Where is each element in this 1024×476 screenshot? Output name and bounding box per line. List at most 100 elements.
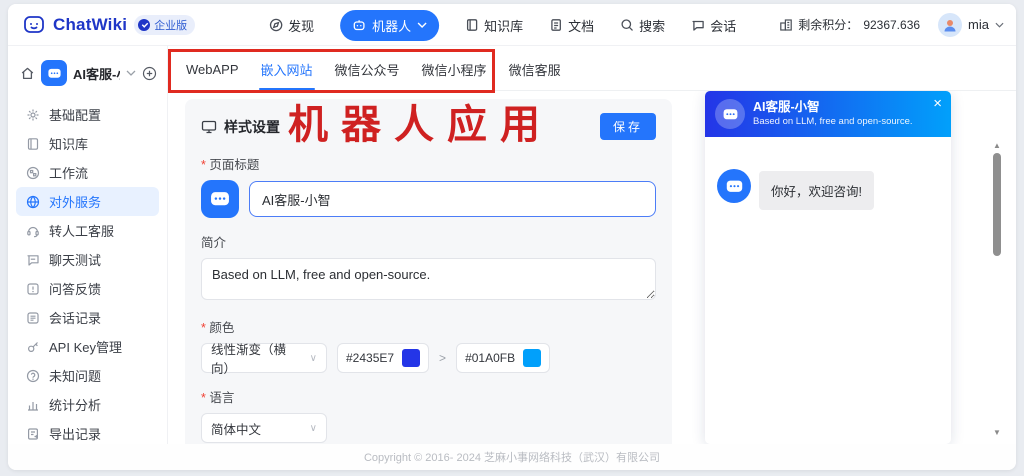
- nav-label: 会话: [710, 16, 736, 35]
- content-area: 样式设置 保存 页面标题 简介 Based on LLM, free and o…: [168, 91, 1016, 444]
- bot-avatar: [715, 99, 745, 129]
- conversation-icon: [691, 18, 705, 32]
- sidebar-item-workflow[interactable]: 工作流: [16, 158, 159, 187]
- credits-label: 剩余积分：: [798, 16, 858, 33]
- primary-nav: 发现 机器人 知识库 文档: [269, 4, 736, 46]
- tab-wechat-service[interactable]: 微信客服: [507, 47, 563, 90]
- color-start-swatch[interactable]: [402, 349, 420, 367]
- display-icon: [201, 120, 217, 134]
- nav-item-discover[interactable]: 发现: [269, 16, 314, 35]
- sidebar-item-knowledge-base[interactable]: 知识库: [16, 129, 159, 158]
- color-end-swatch[interactable]: [523, 349, 541, 367]
- intro-label: 简介: [201, 232, 656, 251]
- preview-bot-name: AI客服-小智: [753, 99, 913, 116]
- bot-avatar-preview[interactable]: [201, 180, 239, 218]
- library-icon: [465, 18, 479, 32]
- gradient-arrow: >: [439, 351, 446, 365]
- scroll-up-arrow[interactable]: ▲: [992, 141, 1002, 151]
- nav-item-search[interactable]: 搜索: [620, 16, 665, 35]
- gradient-start-color[interactable]: #2435E7: [337, 343, 429, 373]
- language-select[interactable]: 简体中文 ∨: [201, 413, 327, 443]
- nav-item-robot[interactable]: 机器人: [340, 10, 439, 41]
- sidebar-item-session-log[interactable]: 会话记录: [16, 303, 159, 332]
- tab-embed-website[interactable]: 嵌入网站: [259, 47, 315, 90]
- footer: Copyright © 2016- 2024 芝麻小事网络科技（武汉）有限公司: [8, 444, 1016, 470]
- tab-webapp[interactable]: WebAPP: [184, 49, 241, 88]
- sidebar-item-basic-config[interactable]: 基础配置: [16, 100, 159, 129]
- chatwiki-logo[interactable]: ChatWiki 企业版: [22, 13, 195, 37]
- gradient-end-color[interactable]: #01A0FB: [456, 343, 550, 373]
- username: mia: [968, 17, 989, 32]
- nav-item-documents[interactable]: 文档: [549, 16, 594, 35]
- sidebar-item-chat-test[interactable]: 聊天测试: [16, 245, 159, 274]
- plan-badge-icon: [138, 19, 150, 31]
- navbar-right: 剩余积分： 92367.636 mia: [779, 13, 1004, 37]
- save-button[interactable]: 保存: [600, 113, 656, 140]
- intro-textarea[interactable]: Based on LLM, free and open-source.: [201, 258, 656, 300]
- feedback-icon: [26, 282, 40, 296]
- channel-tabs: WebAPP 嵌入网站 微信公众号 微信小程序 微信客服: [168, 46, 1016, 91]
- preview-bot-subtitle: Based on LLM, free and open-source.: [753, 116, 913, 129]
- human-agent-icon: [26, 224, 40, 238]
- chevron-down-icon: [995, 22, 1004, 28]
- credits-icon: [779, 18, 793, 32]
- sidebar-menu: 基础配置 知识库 工作流 对外服务 转人工客服: [16, 100, 159, 448]
- chat-preview-widget: AI客服-小智 Based on LLM, free and open-sour…: [705, 91, 951, 444]
- gradient-type-select[interactable]: 线性渐变（横向） ∨: [201, 343, 327, 373]
- sidebar-item-label: 未知问题: [49, 366, 101, 385]
- discover-icon: [269, 18, 283, 32]
- language-value: 简体中文: [211, 419, 302, 438]
- chat-preview-header: AI客服-小智 Based on LLM, free and open-sour…: [705, 91, 951, 137]
- workflow-icon: [26, 166, 40, 180]
- sidebar-item-label: 导出记录: [49, 424, 101, 443]
- sidebar-item-analytics[interactable]: 统计分析: [16, 390, 159, 419]
- sidebar-item-human-agent[interactable]: 转人工客服: [16, 216, 159, 245]
- close-icon[interactable]: ×: [933, 96, 942, 111]
- tab-wechat-official[interactable]: 微信公众号: [333, 47, 402, 90]
- welcome-message-row: 你好，欢迎咨询!: [717, 169, 939, 210]
- sidebar-item-unknown-questions[interactable]: 未知问题: [16, 361, 159, 390]
- chevron-down-icon[interactable]: [126, 70, 136, 76]
- sidebar-item-label: 聊天测试: [49, 250, 101, 269]
- style-settings-card: 样式设置 保存 页面标题 简介 Based on LLM, free and o…: [185, 99, 672, 444]
- unknown-question-icon: [26, 369, 40, 383]
- credits-counter: 剩余积分： 92367.636: [779, 16, 920, 33]
- sidebar-item-label: API Key管理: [49, 337, 122, 356]
- user-menu[interactable]: mia: [938, 13, 1004, 37]
- export-icon: [26, 427, 40, 441]
- add-bot-icon[interactable]: [142, 66, 157, 81]
- nav-item-conversation[interactable]: 会话: [691, 16, 736, 35]
- tab-wechat-miniprogram[interactable]: 微信小程序: [420, 47, 489, 90]
- credits-value: 92367.636: [863, 18, 920, 32]
- chevron-down-icon: ∨: [310, 423, 317, 434]
- chat-preview-body: 你好，欢迎咨询!: [705, 137, 951, 210]
- nav-label: 机器人: [372, 16, 411, 35]
- search-icon: [620, 18, 634, 32]
- sidebar-item-api-key[interactable]: API Key管理: [16, 332, 159, 361]
- sidebar-item-external-service[interactable]: 对外服务: [16, 187, 159, 216]
- sidebar-item-label: 工作流: [49, 163, 88, 182]
- page-title-input[interactable]: [249, 181, 656, 217]
- sidebar-item-export-log[interactable]: 导出记录: [16, 419, 159, 448]
- top-navbar: ChatWiki 企业版 发现 机器人: [8, 4, 1016, 46]
- scrollbar-thumb[interactable]: [993, 153, 1001, 256]
- session-log-icon: [26, 311, 40, 325]
- chatwiki-logo-icon: [22, 13, 46, 37]
- api-key-icon: [26, 340, 40, 354]
- bot-avatar: [717, 169, 751, 203]
- vertical-scrollbar[interactable]: ▲ ▼: [992, 141, 1002, 438]
- sidebar-item-label: 知识库: [49, 134, 88, 153]
- sidebar-item-feedback[interactable]: 问答反馈: [16, 274, 159, 303]
- chat-test-icon: [26, 253, 40, 267]
- bot-selector[interactable]: AI客服-小智: [16, 58, 159, 96]
- sidebar-item-label: 统计分析: [49, 395, 101, 414]
- color-end-value: #01A0FB: [465, 351, 515, 365]
- sidebar-item-label: 转人工客服: [49, 221, 114, 240]
- nav-item-library[interactable]: 知识库: [465, 16, 523, 35]
- home-icon[interactable]: [20, 66, 35, 81]
- scroll-down-arrow[interactable]: ▼: [992, 428, 1002, 438]
- external-service-icon: [26, 195, 40, 209]
- settings-icon: [26, 108, 40, 122]
- sidebar-item-label: 基础配置: [49, 105, 101, 124]
- sidebar: AI客服-小智 基础配置 知识库 工作: [8, 46, 168, 444]
